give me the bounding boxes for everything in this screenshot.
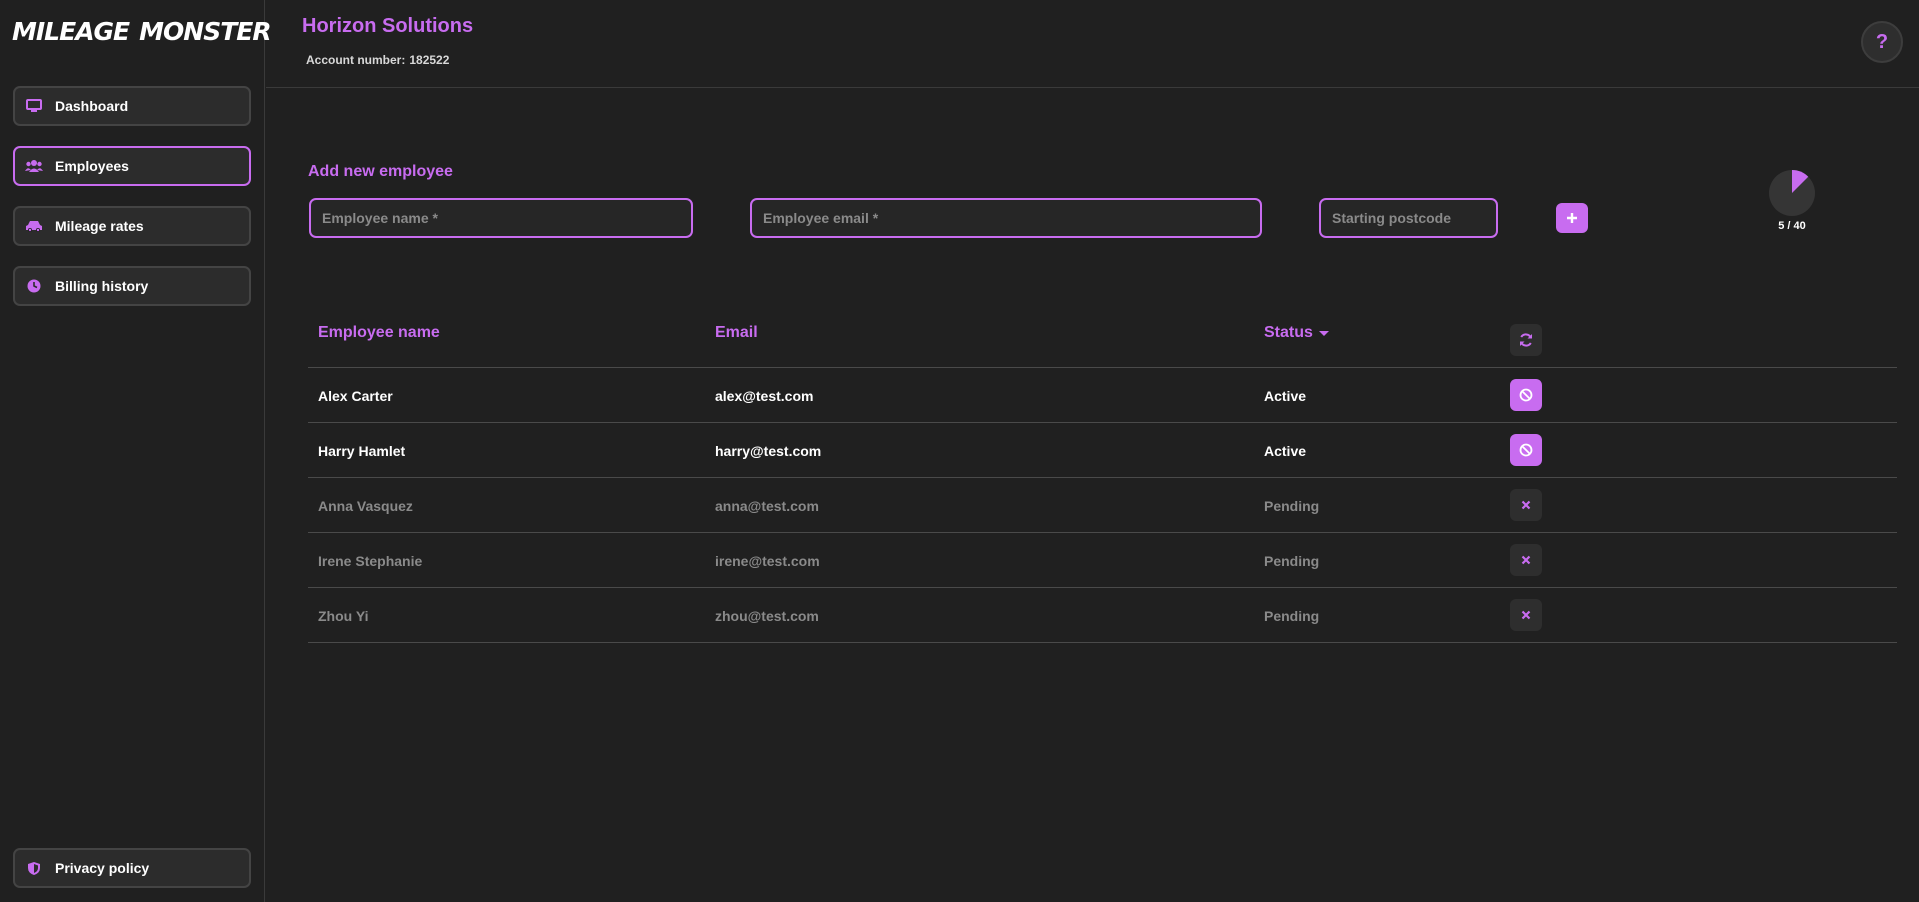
- employee-email-cell: anna@test.com: [715, 498, 819, 514]
- employee-name-input[interactable]: [309, 198, 693, 238]
- sidebar-item-label: Mileage rates: [55, 218, 144, 234]
- cancel-invite-button[interactable]: [1510, 489, 1542, 521]
- close-icon: [1521, 500, 1531, 510]
- sidebar-item-label: Employees: [55, 158, 129, 174]
- employee-name-cell: Zhou Yi: [318, 608, 369, 624]
- brand-logo[interactable]: Mileage Monster: [12, 2, 272, 60]
- add-employee-button[interactable]: [1556, 203, 1588, 233]
- employee-email-cell: irene@test.com: [715, 553, 820, 569]
- deactivate-employee-button[interactable]: [1510, 434, 1542, 466]
- car-icon: [25, 217, 43, 235]
- employee-name-cell: Anna Vasquez: [318, 498, 413, 514]
- starting-postcode-input[interactable]: [1319, 198, 1498, 238]
- employee-status-cell: Pending: [1264, 498, 1320, 514]
- table-row: Anna Vasquez anna@test.com Pending: [308, 478, 1897, 533]
- sidebar-item-privacy-policy[interactable]: Privacy policy: [13, 848, 251, 888]
- table-row: Zhou Yi zhou@test.com Pending: [308, 588, 1897, 643]
- column-header-status[interactable]: Status: [1264, 324, 1329, 342]
- company-name: Horizon Solutions: [302, 15, 474, 37]
- employee-status-cell: Pending: [1264, 553, 1320, 569]
- sidebar-item-billing-history[interactable]: Billing history: [13, 266, 251, 306]
- employee-name-cell: Alex Carter: [318, 388, 393, 404]
- employee-status-cell: Active: [1264, 388, 1307, 404]
- employee-email-input[interactable]: [750, 198, 1262, 238]
- sidebar-item-label: Privacy policy: [55, 860, 150, 876]
- column-header-name[interactable]: Employee name: [318, 324, 440, 342]
- add-employee-title: Add new employee: [308, 163, 453, 180]
- sidebar: Mileage Monster Dashboard Employees: [0, 0, 272, 902]
- account-number: Account number: 182522: [306, 53, 453, 67]
- employee-name-cell: Irene Stephanie: [318, 553, 423, 569]
- cancel-invite-button[interactable]: [1510, 599, 1542, 631]
- table-row: Harry Hamlet harry@test.com Active: [308, 423, 1897, 478]
- employee-status-cell: Pending: [1264, 608, 1320, 624]
- plus-icon: [1567, 213, 1577, 223]
- cancel-invite-button[interactable]: [1510, 544, 1542, 576]
- ban-icon: [1519, 443, 1533, 457]
- column-header-email[interactable]: Email: [715, 324, 758, 342]
- employee-status-cell: Active: [1264, 443, 1307, 459]
- ban-icon: [1519, 388, 1533, 402]
- employee-email-cell: zhou@test.com: [715, 608, 819, 624]
- monitor-icon: [25, 97, 43, 115]
- shield-icon: [25, 859, 43, 877]
- table-row: Alex Carter alex@test.com Active: [308, 368, 1897, 423]
- employee-email-cell: alex@test.com: [715, 388, 814, 404]
- sidebar-item-dashboard[interactable]: Dashboard: [13, 86, 251, 126]
- sidebar-item-label: Dashboard: [55, 98, 129, 114]
- close-icon: [1521, 610, 1531, 620]
- logo-word-left: Mileage: [12, 16, 130, 46]
- refresh-button[interactable]: [1510, 324, 1542, 356]
- table-row: Irene Stephanie irene@test.com Pending: [308, 533, 1897, 588]
- employee-usage-indicator: 5 / 40: [1764, 169, 1820, 232]
- page-header: Horizon Solutions Account number: 182522 …: [266, 0, 1919, 88]
- account-number-value: 182522: [409, 53, 450, 67]
- sidebar-item-label: Billing history: [55, 278, 149, 294]
- clock-icon: [25, 277, 43, 295]
- help-button[interactable]: ?: [1861, 21, 1903, 63]
- usage-pie-chart: [1769, 170, 1815, 216]
- sidebar-item-employees[interactable]: Employees: [13, 146, 251, 186]
- logo-word-right: Monster: [139, 16, 271, 46]
- usage-count: 5 / 40: [1778, 220, 1806, 232]
- employees-table: Employee name Email Status Alex Carter a…: [308, 300, 1897, 643]
- close-icon: [1521, 555, 1531, 565]
- table-header-row: Employee name Email Status: [308, 300, 1897, 368]
- deactivate-employee-button[interactable]: [1510, 379, 1542, 411]
- column-header-status-label: Status: [1264, 324, 1313, 341]
- sidebar-item-mileage-rates[interactable]: Mileage rates: [13, 206, 251, 246]
- account-number-label: Account number:: [306, 53, 406, 67]
- employee-email-cell: harry@test.com: [715, 443, 822, 459]
- users-icon: [25, 157, 43, 175]
- refresh-icon: [1520, 333, 1532, 347]
- employee-name-cell: Harry Hamlet: [318, 443, 406, 459]
- sort-caret-down-icon: [1318, 330, 1329, 336]
- question-mark-icon: ?: [1875, 30, 1889, 53]
